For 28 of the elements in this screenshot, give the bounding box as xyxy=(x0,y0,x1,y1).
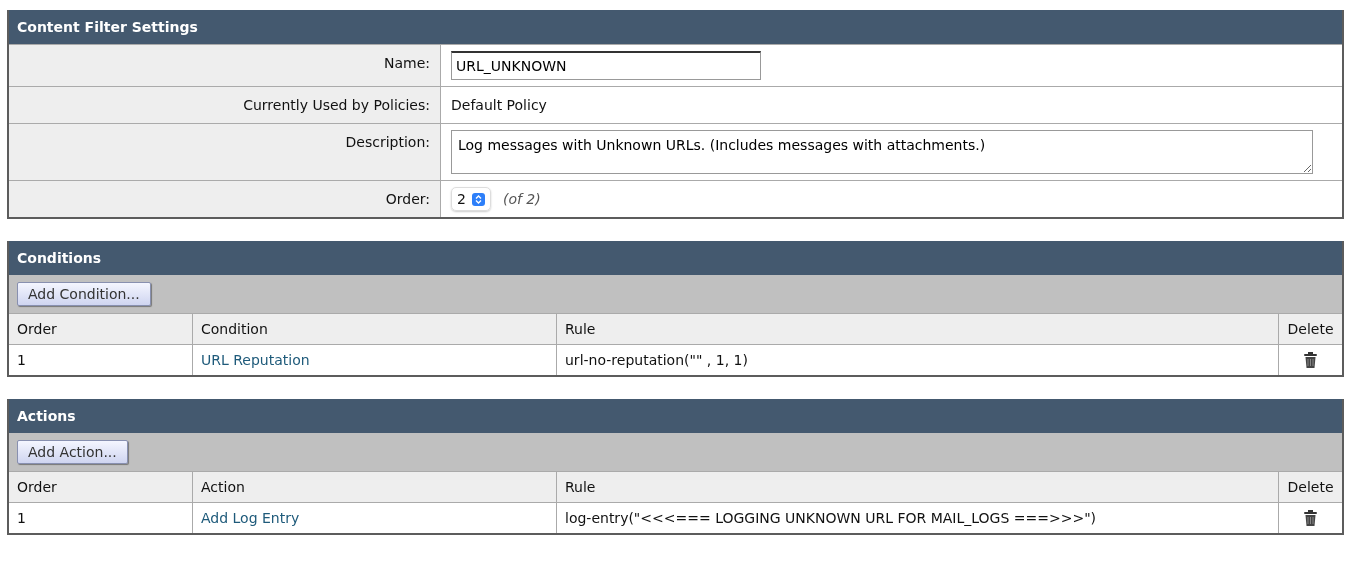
field-label: Currently Used by Policies: xyxy=(9,87,441,123)
column-header: Delete xyxy=(1278,313,1342,344)
column-header: Delete xyxy=(1278,471,1342,502)
table-cell: 1 xyxy=(9,502,192,533)
panel-title: Conditions xyxy=(9,241,1342,275)
item-link[interactable]: Add Log Entry xyxy=(201,510,300,526)
column-header: Order xyxy=(9,313,192,344)
add-button[interactable]: Add Condition... xyxy=(17,282,151,306)
column-header: Rule xyxy=(556,313,1278,344)
field-label: Description: xyxy=(9,124,441,180)
field-label: Name: xyxy=(9,45,441,86)
panel-title: Actions xyxy=(9,399,1342,433)
order-select[interactable]: 2 xyxy=(451,187,491,211)
column-header: Rule xyxy=(556,471,1278,502)
order-total: (of 2) xyxy=(502,191,541,207)
column-header: Order xyxy=(9,471,192,502)
add-button[interactable]: Add Action... xyxy=(17,440,128,464)
column-header: Condition xyxy=(192,313,556,344)
table-cell: 1 xyxy=(9,344,192,375)
item-link[interactable]: URL Reputation xyxy=(201,352,310,368)
field-label: Order: xyxy=(9,181,441,217)
panel-title: Content Filter Settings xyxy=(9,10,1342,44)
field-value: Default Policy xyxy=(451,97,547,113)
column-header: Action xyxy=(192,471,556,502)
name-field[interactable]: URL_UNKNOWN xyxy=(451,51,761,80)
table-cell: url-no-reputation("" , 1, 1) xyxy=(556,344,1278,375)
table-cell: log-entry("<<<=== LOGGING UNKNOWN URL FOR MAIL_LOGS ===>>>") xyxy=(556,502,1278,533)
description-field[interactable]: Log messages with Unknown URLs. (Includes messages with attachments.) xyxy=(451,130,1313,174)
